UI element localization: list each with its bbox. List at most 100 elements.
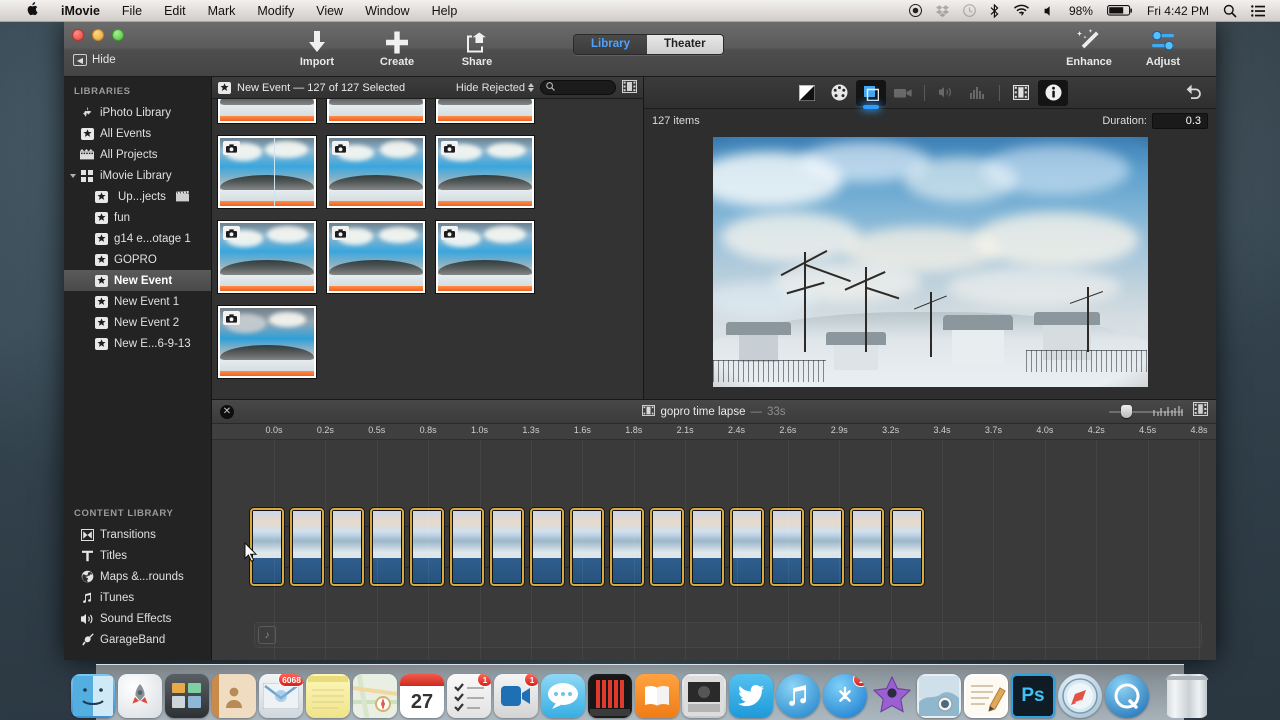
dock-item-reminders[interactable]: 1: [447, 674, 491, 718]
menu-edit[interactable]: Edit: [153, 0, 197, 22]
stabilization-icon[interactable]: [888, 80, 918, 106]
timeline-clip[interactable]: [490, 508, 524, 586]
event-thumbnail[interactable]: [436, 99, 534, 123]
sidebar-item-upjects[interactable]: Up...jects: [64, 186, 211, 207]
tab-library[interactable]: Library: [574, 35, 647, 54]
zoom-button[interactable]: [112, 29, 124, 41]
timeline-clip[interactable]: [290, 508, 324, 586]
dock-item-photoshop[interactable]: Ps: [1011, 674, 1055, 718]
dock-item-quicktime[interactable]: [1105, 674, 1149, 718]
tab-theater[interactable]: Theater: [647, 35, 723, 54]
volume-icon[interactable]: [931, 80, 961, 106]
import-button[interactable]: Import: [288, 28, 346, 68]
menu-imovie[interactable]: iMovie: [50, 0, 111, 22]
sidebar-item-all-projects[interactable]: All Projects: [64, 144, 211, 165]
hide-rejected-dropdown[interactable]: Hide Rejected: [456, 82, 534, 94]
spotlight-icon[interactable]: [1216, 4, 1244, 18]
sidebar-item-titles[interactable]: Titles: [64, 545, 212, 566]
sidebar-item-new-event-2[interactable]: New Event 2: [64, 312, 211, 333]
audio-track[interactable]: ♪: [254, 622, 1202, 648]
timeline-clip[interactable]: [850, 508, 884, 586]
menu-view[interactable]: View: [305, 0, 354, 22]
color-balance-icon[interactable]: [792, 80, 822, 106]
sidebar-item-transitions[interactable]: Transitions: [64, 524, 212, 545]
dock-item-notes[interactable]: [306, 674, 350, 718]
sidebar-item-new-event-6-9-13[interactable]: New E...6-9-13: [64, 333, 211, 354]
timeline-clip[interactable]: [570, 508, 604, 586]
search-input[interactable]: [558, 82, 610, 93]
dock-item-itunes-store[interactable]: [588, 674, 632, 718]
event-thumbnail[interactable]: [436, 136, 534, 208]
event-thumbnail[interactable]: [327, 99, 425, 123]
notification-center-icon[interactable]: [1244, 4, 1272, 17]
menu-help[interactable]: Help: [421, 0, 469, 22]
close-button[interactable]: [72, 29, 84, 41]
dock-item-trash[interactable]: [1165, 674, 1209, 718]
record-icon[interactable]: [902, 4, 929, 17]
search-field[interactable]: [540, 80, 616, 95]
bluetooth-icon[interactable]: [983, 3, 1006, 18]
menu-file[interactable]: File: [111, 0, 153, 22]
battery-icon[interactable]: [1100, 4, 1140, 17]
info-icon[interactable]: [1038, 79, 1068, 106]
dock-item-finder[interactable]: [71, 674, 115, 718]
event-thumbnail[interactable]: [327, 221, 425, 293]
dock-item-mail[interactable]: 6068: [259, 674, 303, 718]
dock-item-app-store[interactable]: 1: [823, 674, 867, 718]
event-thumbnail[interactable]: [218, 99, 316, 123]
sidebar-item-new-event-1[interactable]: New Event 1: [64, 291, 211, 312]
dock-item-calendar[interactable]: 27: [400, 674, 444, 718]
dock-item-contacts[interactable]: [212, 674, 256, 718]
timeline-clip[interactable]: [610, 508, 644, 586]
sidebar-item-iphoto-library[interactable]: iPhoto Library: [64, 102, 211, 123]
dock-item-imovie[interactable]: [870, 674, 914, 718]
undo-icon[interactable]: [1185, 83, 1202, 104]
event-thumbnail[interactable]: [218, 306, 316, 378]
sidebar-item-all-events[interactable]: All Events: [64, 123, 211, 144]
dock-item-safari[interactable]: [1058, 674, 1102, 718]
zoom-slider[interactable]: [1109, 405, 1183, 419]
skim-playhead[interactable]: [273, 138, 275, 206]
equalizer-icon[interactable]: [963, 80, 993, 106]
event-thumbnail[interactable]: [436, 221, 534, 293]
clock-label[interactable]: Fri 4:42 PM: [1140, 0, 1216, 22]
menu-window[interactable]: Window: [354, 0, 420, 22]
disclosure-triangle-icon[interactable]: [70, 173, 76, 178]
timeline-clip[interactable]: [370, 508, 404, 586]
sidebar-item-fun[interactable]: fun: [64, 207, 211, 228]
sidebar-item-gopro[interactable]: GOPRO: [64, 249, 211, 270]
dock-item-facetime[interactable]: 1: [494, 674, 538, 718]
event-thumbnail[interactable]: [327, 136, 425, 208]
dropbox-icon[interactable]: [929, 4, 956, 17]
dock-item-launchpad[interactable]: [118, 674, 162, 718]
timeline-clip[interactable]: [890, 508, 924, 586]
sidebar-item-sound-effects[interactable]: Sound Effects: [64, 608, 212, 629]
sidebar-item-garageband[interactable]: GarageBand: [64, 629, 212, 650]
dock-item-itunes[interactable]: [776, 674, 820, 718]
dock-item-messages[interactable]: [541, 674, 585, 718]
enhance-button[interactable]: Enhance: [1060, 28, 1118, 68]
thumbnail-grid[interactable]: [212, 99, 643, 399]
timeline-clip[interactable]: [330, 508, 364, 586]
dock-item-iphoto[interactable]: [917, 674, 961, 718]
preview-image[interactable]: [712, 137, 1148, 387]
timeline-clip[interactable]: [730, 508, 764, 586]
sidebar-item-maps-backgrounds[interactable]: Maps &...rounds: [64, 566, 212, 587]
filmstrip-view-icon[interactable]: [622, 79, 637, 96]
volume-icon[interactable]: [1037, 5, 1062, 17]
share-button[interactable]: Share: [448, 28, 506, 68]
event-thumbnail[interactable]: [218, 221, 316, 293]
dock-item-mission-control[interactable]: [165, 674, 209, 718]
close-icon[interactable]: ✕: [220, 404, 234, 419]
dock-item-ibooks[interactable]: [635, 674, 679, 718]
menu-mark[interactable]: Mark: [197, 0, 247, 22]
timeline-clip[interactable]: [530, 508, 564, 586]
clip-filter-icon[interactable]: [1006, 80, 1036, 106]
timeline-clip[interactable]: [250, 508, 284, 586]
dock-item-pages[interactable]: [964, 674, 1008, 718]
dock-item-maps[interactable]: [353, 674, 397, 718]
timeline-ruler[interactable]: 0.0s 0.2s 0.5s 0.8s 1.0s 1.3s 1.6s 1.8s 2.1s 2.4s…: [212, 424, 1216, 440]
sidebar-item-g14-footage[interactable]: g14 e...otage 1: [64, 228, 211, 249]
apple-logo-icon[interactable]: [14, 0, 50, 22]
event-thumbnail[interactable]: [218, 136, 316, 208]
